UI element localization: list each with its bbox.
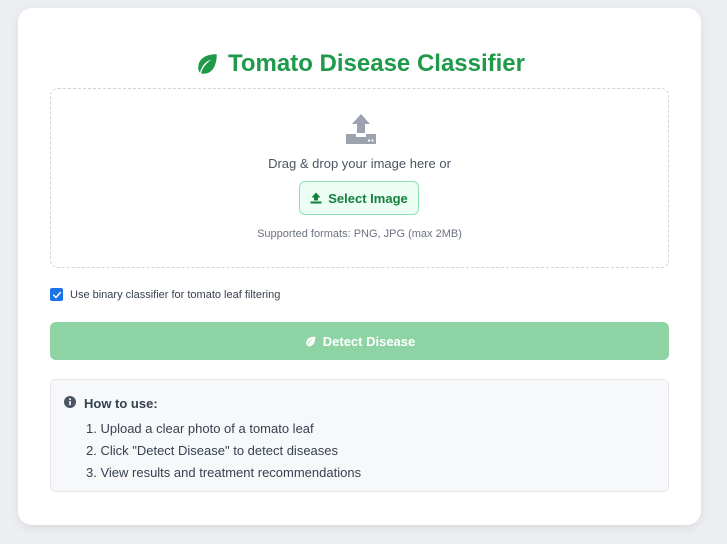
upload-small-icon [310, 192, 322, 204]
instruction-step: 3. View results and treatment recommenda… [86, 465, 362, 480]
page-title: Tomato Disease Classifier [18, 48, 701, 80]
binary-classifier-option[interactable]: Use binary classifier for tomato leaf fi… [50, 288, 280, 301]
how-to-use-heading: How to use: [64, 395, 158, 411]
detect-disease-label: Detect Disease [322, 333, 416, 349]
instruction-steps: 1. Upload a clear photo of a tomato leaf… [86, 418, 361, 484]
instruction-step: 2. Click "Detect Disease" to detect dise… [86, 443, 339, 458]
classifier-card: Tomato Disease Classifier Drag & drop yo… [18, 8, 701, 525]
leaf-icon [304, 335, 317, 348]
how-to-use-title: How to use: [84, 396, 158, 411]
select-image-label: Select Image [328, 190, 408, 206]
how-to-use-panel: How to use: 1. Upload a clear photo of a… [50, 379, 669, 492]
detect-disease-button[interactable]: Detect Disease [50, 322, 669, 360]
select-image-button[interactable]: Select Image [299, 181, 419, 215]
drag-drop-text: Drag & drop your image here or [268, 156, 451, 171]
binary-classifier-checkbox[interactable] [50, 288, 63, 301]
supported-formats-text: Supported formats: PNG, JPG (max 2MB) [257, 228, 462, 240]
binary-classifier-label: Use binary classifier for tomato leaf fi… [70, 288, 281, 301]
info-icon [64, 395, 76, 408]
image-dropzone[interactable]: Drag & drop your image here or Select Im… [50, 88, 669, 268]
leaf-icon [194, 51, 220, 77]
page-title-text: Tomato Disease Classifier [227, 50, 525, 77]
instruction-step: 1. Upload a clear photo of a tomato leaf [86, 421, 314, 436]
upload-icon [344, 112, 378, 146]
